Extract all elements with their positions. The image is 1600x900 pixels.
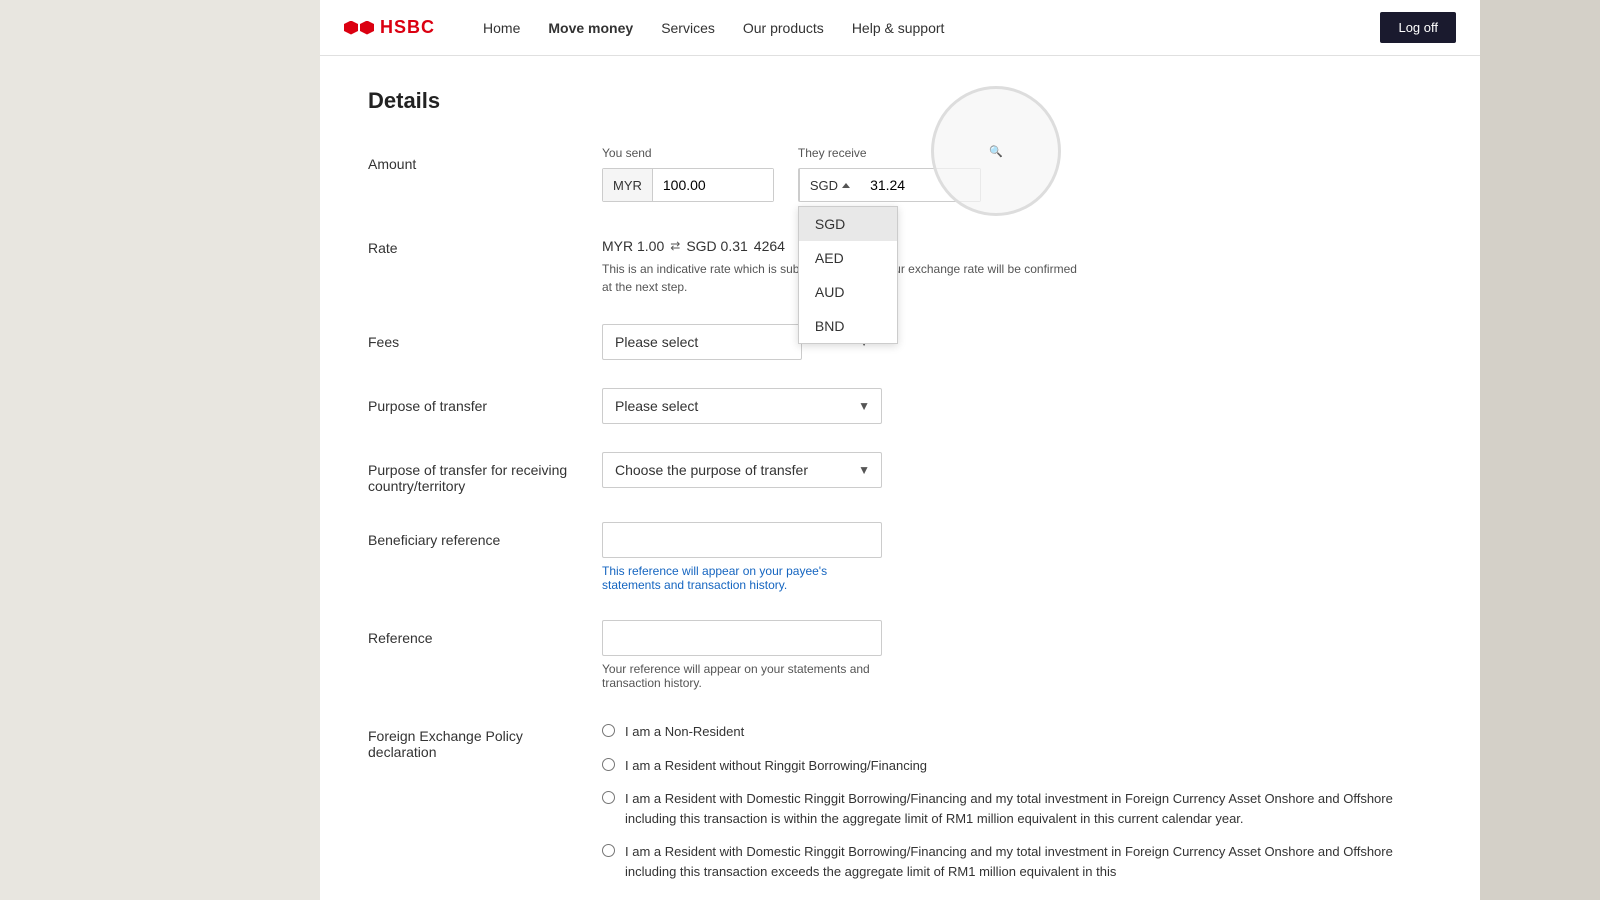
rate-suffix: 4264 — [754, 238, 785, 254]
reference-row: Reference Your reference will appear on … — [368, 620, 1432, 690]
rate-row: Rate MYR 1.00 ⇄ SGD 0.31 4264 This is an… — [368, 230, 1432, 296]
chevron-up-icon — [842, 183, 850, 188]
radio-resident-domestic-within-input[interactable] — [602, 791, 615, 804]
purpose-receiving-controls: Choose the purpose of transfer ▼ — [602, 452, 1432, 488]
send-currency-tag: MYR — [603, 169, 653, 201]
purpose-select-wrapper: Please select ▼ — [602, 388, 882, 424]
navbar: HSBC Home Move money Services Our produc… — [320, 0, 1480, 56]
nav-move-money[interactable]: Move money — [548, 20, 633, 36]
currency-dropdown: SGD AED AUD BND — [798, 206, 898, 344]
receive-currency-text: SGD — [810, 178, 838, 193]
radio-resident-domestic-exceeds-label: I am a Resident with Domestic Ringgit Bo… — [625, 842, 1432, 881]
forex-policy-controls: I am a Non-Resident I am a Resident with… — [602, 718, 1432, 881]
fees-select[interactable]: Please select — [602, 324, 802, 360]
hsbc-brand-text: HSBC — [380, 17, 435, 38]
send-input-row: MYR — [602, 168, 774, 202]
radio-resident-domestic-within-label: I am a Resident with Domestic Ringgit Bo… — [625, 789, 1432, 828]
receive-input-row: SGD — [798, 168, 981, 202]
you-send-col: You send MYR — [602, 146, 774, 202]
content-area: Details Amount You send MYR — [320, 56, 1480, 900]
fees-label: Fees — [368, 324, 578, 350]
send-label: You send — [602, 146, 774, 160]
purpose-receiving-row: Purpose of transfer for receiving countr… — [368, 452, 1432, 494]
receive-currency-btn[interactable]: SGD — [799, 169, 860, 201]
reference-label: Reference — [368, 620, 578, 646]
purpose-receiving-select[interactable]: Choose the purpose of transfer — [602, 452, 882, 488]
white-card: Details Amount You send MYR — [320, 56, 1480, 900]
purpose-receiving-label: Purpose of transfer for receiving countr… — [368, 452, 578, 494]
reference-controls: Your reference will appear on your state… — [602, 620, 1432, 690]
left-panel — [0, 0, 320, 900]
send-amount-input[interactable] — [653, 169, 773, 201]
radio-group: I am a Non-Resident I am a Resident with… — [602, 718, 1432, 881]
right-panel — [1480, 0, 1600, 900]
radio-non-resident-input[interactable] — [602, 724, 615, 737]
radio-resident-domestic-within[interactable]: I am a Resident with Domestic Ringgit Bo… — [602, 789, 1432, 828]
form-section: Amount You send MYR — [368, 146, 1432, 881]
main-area: HSBC Home Move money Services Our produc… — [320, 0, 1480, 900]
amount-group: You send MYR They receive — [602, 146, 1432, 202]
receive-amount-input[interactable] — [860, 169, 980, 201]
nav-our-products[interactable]: Our products — [743, 20, 824, 36]
radio-resident-no-borrowing[interactable]: I am a Resident without Ringgit Borrowin… — [602, 756, 1432, 776]
receive-label: They receive — [798, 146, 981, 160]
currency-option-aed[interactable]: AED — [799, 241, 897, 275]
reference-note: Your reference will appear on your state… — [602, 662, 882, 690]
amount-controls: You send MYR They receive — [602, 146, 1432, 202]
page-title: Details — [368, 88, 1432, 114]
rate-label: Rate — [368, 230, 578, 256]
beneficiary-ref-row: Beneficiary reference This reference wil… — [368, 522, 1432, 592]
nav-links: Home Move money Services Our products He… — [483, 20, 1348, 36]
radio-resident-domestic-exceeds-input[interactable] — [602, 844, 615, 857]
currency-option-aud[interactable]: AUD — [799, 275, 897, 309]
currency-option-sgd[interactable]: SGD — [799, 207, 897, 241]
purpose-receiving-select-wrapper: Choose the purpose of transfer ▼ — [602, 452, 882, 488]
purpose-row: Purpose of transfer Please select ▼ — [368, 388, 1432, 424]
beneficiary-ref-label: Beneficiary reference — [368, 522, 578, 548]
radio-resident-domestic-exceeds[interactable]: I am a Resident with Domestic Ringgit Bo… — [602, 842, 1432, 881]
navbar-logo: HSBC — [344, 17, 435, 38]
purpose-select[interactable]: Please select — [602, 388, 882, 424]
fees-row: Fees Please select ▼ — [368, 324, 1432, 360]
logoff-button[interactable]: Log off — [1380, 12, 1456, 43]
swap-icon: ⇄ — [670, 239, 680, 253]
radio-non-resident-label: I am a Non-Resident — [625, 722, 744, 742]
nav-services[interactable]: Services — [661, 20, 715, 36]
amount-row: Amount You send MYR — [368, 146, 1432, 202]
fees-controls: Please select ▼ — [602, 324, 1432, 360]
amount-label: Amount — [368, 146, 578, 172]
beneficiary-ref-input[interactable] — [602, 522, 882, 558]
rate-base: MYR 1.00 — [602, 238, 664, 254]
rate-controls: MYR 1.00 ⇄ SGD 0.31 4264 This is an indi… — [602, 230, 1432, 296]
nav-home[interactable]: Home — [483, 20, 520, 36]
hsbc-logo-icon — [344, 21, 374, 35]
they-receive-col: They receive SGD — [798, 146, 981, 202]
currency-option-bnd[interactable]: BND — [799, 309, 897, 343]
rate-display: MYR 1.00 ⇄ SGD 0.31 4264 — [602, 230, 1432, 254]
reference-input[interactable] — [602, 620, 882, 656]
forex-policy-label: Foreign Exchange Policy declaration — [368, 718, 578, 760]
rate-target: SGD 0.31 — [686, 238, 747, 254]
radio-resident-no-borrowing-input[interactable] — [602, 758, 615, 771]
purpose-label: Purpose of transfer — [368, 388, 578, 414]
beneficiary-ref-note: This reference will appear on your payee… — [602, 564, 882, 592]
purpose-controls: Please select ▼ — [602, 388, 1432, 424]
nav-help-support[interactable]: Help & support — [852, 20, 945, 36]
hex2 — [360, 21, 374, 35]
hex1 — [344, 21, 358, 35]
radio-resident-no-borrowing-label: I am a Resident without Ringgit Borrowin… — [625, 756, 927, 776]
beneficiary-ref-controls: This reference will appear on your payee… — [602, 522, 1432, 592]
forex-policy-row: Foreign Exchange Policy declaration I am… — [368, 718, 1432, 881]
radio-non-resident[interactable]: I am a Non-Resident — [602, 722, 1432, 742]
